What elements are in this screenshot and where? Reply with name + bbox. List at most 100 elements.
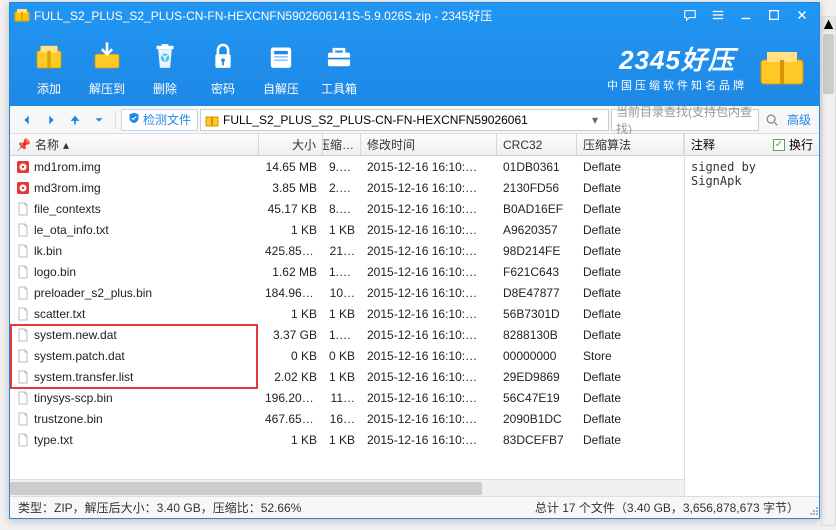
minimize-button[interactable] (733, 6, 759, 24)
table-row[interactable]: system.patch.dat0 KB0 KB2015-12-16 16:10… (10, 345, 684, 366)
wrap-checkbox[interactable]: ✓ (773, 139, 785, 151)
feedback-button[interactable] (677, 6, 703, 24)
table-row[interactable]: md1rom.img14.65 MB9.0…2015-12-16 16:10:…… (10, 156, 684, 177)
tool-label: 解压到 (89, 80, 125, 97)
file-alg: Deflate (577, 412, 684, 426)
back-button[interactable] (16, 109, 38, 131)
file-alg: Deflate (577, 244, 684, 258)
file-icon (16, 349, 30, 363)
close-button[interactable] (789, 6, 815, 24)
horizontal-scrollbar[interactable] (10, 479, 684, 496)
file-alg: Deflate (577, 223, 684, 237)
file-packed: 1 KB (323, 433, 361, 447)
file-size: 467.65 KB (259, 412, 323, 426)
file-crc: 56C47E19 (497, 391, 577, 405)
up-button[interactable] (64, 109, 86, 131)
col-size[interactable]: 大小 (259, 134, 323, 155)
self-extract-button[interactable]: 自解压 (252, 36, 310, 97)
file-mtime: 2015-12-16 16:10:… (361, 223, 497, 237)
file-name: type.txt (34, 433, 73, 447)
table-row[interactable]: trustzone.bin467.65 KB16…2015-12-16 16:1… (10, 408, 684, 429)
chevron-down-icon[interactable]: ▾ (592, 113, 604, 127)
forward-button[interactable] (40, 109, 62, 131)
add-button[interactable]: 添加 (20, 36, 78, 97)
file-name: md3rom.img (34, 181, 101, 195)
file-crc: 8288130B (497, 328, 577, 342)
file-mtime: 2015-12-16 16:10:… (361, 244, 497, 258)
file-alg: Deflate (577, 202, 684, 216)
file-name: system.transfer.list (34, 370, 133, 384)
file-mtime: 2015-12-16 16:10:… (361, 181, 497, 195)
comment-text: signed by SignApk (685, 156, 819, 496)
menu-button[interactable] (705, 6, 731, 24)
col-alg[interactable]: 压缩算法 (577, 134, 684, 155)
table-row[interactable]: le_ota_info.txt1 KB1 KB2015-12-16 16:10:… (10, 219, 684, 240)
col-mtime[interactable]: 修改时间 (361, 134, 497, 155)
table-row[interactable]: preloader_s2_plus.bin184.96 KB10…2015-12… (10, 282, 684, 303)
file-alg: Deflate (577, 370, 684, 384)
file-packed: 11… (323, 391, 361, 405)
table-row[interactable]: logo.bin1.62 MB1.3…2015-12-16 16:10:…F62… (10, 261, 684, 282)
table-row[interactable]: system.new.dat3.37 GB1.7…2015-12-16 16:1… (10, 324, 684, 345)
password-button[interactable]: 密码 (194, 36, 252, 97)
shield-icon (128, 112, 140, 127)
table-row[interactable]: scatter.txt1 KB1 KB2015-12-16 16:10:…56B… (10, 303, 684, 324)
table-row[interactable]: tinysys-scp.bin196.20 KB11…2015-12-16 16… (10, 387, 684, 408)
col-name[interactable]: 📌 名称 ▴ (10, 134, 259, 155)
file-mtime: 2015-12-16 16:10:… (361, 412, 497, 426)
path-bar[interactable]: FULL_S2_PLUS_S2_PLUS-CN-FN-HEXCNFN590260… (200, 109, 609, 131)
pin-icon: 📌 (16, 138, 31, 152)
file-icon (16, 433, 30, 447)
file-name: md1rom.img (34, 160, 101, 174)
file-alg: Deflate (577, 433, 684, 447)
file-crc: 56B7301D (497, 307, 577, 321)
file-packed: 16… (323, 412, 361, 426)
file-alg: Deflate (577, 286, 684, 300)
file-size: 45.17 KB (259, 202, 323, 216)
scan-files-button[interactable]: 检测文件 (121, 109, 198, 131)
file-mtime: 2015-12-16 16:10:… (361, 349, 497, 363)
file-crc: A9620357 (497, 223, 577, 237)
table-row[interactable]: lk.bin425.85 KB21…2015-12-16 16:10:…98D2… (10, 240, 684, 261)
advanced-link[interactable]: 高级 (785, 111, 813, 128)
file-icon (16, 307, 30, 321)
file-size: 1.62 MB (259, 265, 323, 279)
file-packed: 1 KB (323, 370, 361, 384)
table-row[interactable]: system.transfer.list 2.02 KB1 KB2015-12-1… (10, 366, 684, 387)
file-crc: 83DCEFB7 (497, 433, 577, 447)
file-crc: 29ED9869 (497, 370, 577, 384)
file-size: 3.85 MB (259, 181, 323, 195)
file-size: 2.02 KB (259, 370, 323, 384)
toolbox-button[interactable]: 工具箱 (310, 36, 368, 97)
table-row[interactable]: file_contexts45.17 KB8.6…2015-12-16 16:1… (10, 198, 684, 219)
table-row[interactable]: type.txt1 KB1 KB2015-12-16 16:10:…83DCEF… (10, 429, 684, 450)
col-crc[interactable]: CRC32 (497, 134, 577, 155)
search-input[interactable]: 当前目录查找(支持包内查找) (611, 109, 759, 131)
col-packed[interactable]: 压缩… (323, 134, 361, 155)
file-size: 1 KB (259, 433, 323, 447)
file-icon (16, 286, 30, 300)
maximize-button[interactable] (761, 6, 787, 24)
file-rows: md1rom.img14.65 MB9.0…2015-12-16 16:10:…… (10, 156, 684, 479)
history-dropdown[interactable] (88, 109, 110, 131)
zip-icon (205, 113, 219, 127)
resize-grip[interactable] (803, 500, 819, 516)
sort-asc-icon: ▴ (63, 138, 69, 152)
file-mtime: 2015-12-16 16:10:… (361, 370, 497, 384)
delete-button[interactable]: 删除 (136, 36, 194, 97)
file-packed: 1 KB (323, 307, 361, 321)
file-size: 1 KB (259, 223, 323, 237)
tool-label: 添加 (37, 80, 61, 97)
file-mtime: 2015-12-16 16:10:… (361, 433, 497, 447)
file-mtime: 2015-12-16 16:10:… (361, 160, 497, 174)
search-button[interactable] (761, 109, 783, 131)
file-crc: 2090B1DC (497, 412, 577, 426)
brand-logo-text: 2345好压 (619, 40, 735, 77)
file-name: lk.bin (34, 244, 62, 258)
file-mtime: 2015-12-16 16:10:… (361, 391, 497, 405)
toolbox-icon (319, 36, 359, 76)
file-name: le_ota_info.txt (34, 223, 109, 237)
table-row[interactable]: md3rom.img3.85 MB2.4…2015-12-16 16:10:…2… (10, 177, 684, 198)
file-list-pane: 📌 名称 ▴ 大小 压缩… 修改时间 CRC32 压缩算法 md1rom.img… (10, 134, 685, 496)
extract-to-button[interactable]: 解压到 (78, 36, 136, 97)
